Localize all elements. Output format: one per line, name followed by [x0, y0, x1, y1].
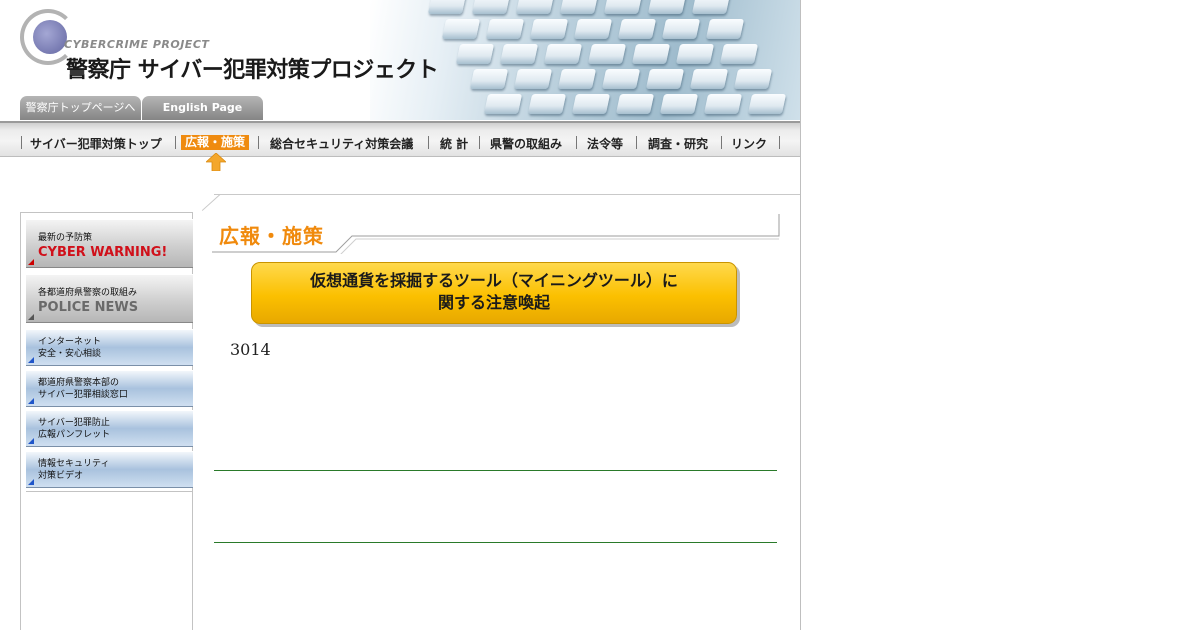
keyboard-key-decoration	[455, 44, 495, 64]
sidebar-item-consult-window[interactable]: 都道府県警察本部の サイバー犯罪相談窓口	[26, 370, 193, 406]
mining-tool-notice-banner[interactable]: 仮想通貨を採掘するツール（マイニングツール）に 関する注意喚起	[251, 262, 737, 324]
sidebar-item-line1: 都道府県警察本部の	[38, 378, 120, 388]
nav-separator	[636, 136, 637, 149]
sidebar-item-line2: 安全・安心相談	[38, 349, 102, 359]
sidebar-item-police-news[interactable]: 各都道府県警察の取組み POLICE NEWS	[26, 274, 193, 322]
nav-separator	[21, 136, 22, 149]
keyboard-key-decoration	[469, 69, 509, 89]
keyboard-key-decoration	[587, 44, 627, 64]
keyboard-key-decoration	[733, 69, 773, 89]
keyboard-key-decoration	[499, 44, 539, 64]
sidebar-item-caption: 最新の予防策	[38, 233, 93, 243]
keyboard-key-decoration	[557, 69, 597, 89]
sidebar-item-line2: 広報パンフレット	[38, 430, 111, 440]
corner-marker-icon	[28, 357, 34, 363]
keyboard-key-decoration	[527, 94, 567, 114]
keyboard-key-decoration	[603, 0, 643, 14]
keyboard-key-decoration	[615, 94, 655, 114]
keyboard-key-decoration	[513, 69, 553, 89]
keyboard-key-decoration	[747, 94, 787, 114]
keyboard-key-decoration	[647, 0, 687, 14]
keyboard-key-decoration	[719, 44, 759, 64]
sidebar-item-internet-consult[interactable]: インターネット 安全・安心相談	[26, 329, 193, 365]
sidebar-item-line2: サイバー犯罪相談窓口	[38, 390, 128, 400]
keyboard-key-decoration	[543, 44, 583, 64]
nav-separator	[576, 136, 577, 149]
keyboard-key-decoration	[559, 0, 599, 14]
keyboard-key-decoration	[441, 19, 481, 39]
access-counter: 3014	[230, 340, 271, 359]
sidebar-item-line1: 情報セキュリティ	[38, 459, 110, 469]
green-rule	[214, 470, 777, 471]
sidebar-item-caption: 各都道府県警察の取組み	[38, 288, 138, 298]
nav-separator	[779, 136, 780, 149]
nav-item-pr-policy[interactable]: 広報・施策	[181, 135, 250, 150]
keyboard-key-decoration	[485, 19, 525, 39]
keyboard-key-decoration	[675, 44, 715, 64]
english-page-tab[interactable]: English Page	[142, 96, 263, 120]
sidebar-divider	[26, 491, 193, 492]
sidebar-item-heading: POLICE NEWS	[38, 300, 139, 315]
keyboard-key-decoration	[427, 0, 467, 14]
site-header: CYBERCRIME PROJECT 警察庁 サイバー犯罪対策プロジェクト 警察…	[0, 0, 800, 120]
main-nav: サイバー犯罪対策トップ 広報・施策 総合セキュリティ対策会議 統 計 県警の取組…	[0, 121, 800, 157]
corner-marker-icon	[28, 259, 34, 265]
sidebar-item-security-video[interactable]: 情報セキュリティ 対策ビデオ	[26, 451, 193, 487]
sidebar-item-cyber-warning[interactable]: 最新の予防策 CYBER WARNING!	[26, 219, 193, 267]
keyboard-key-decoration	[691, 0, 731, 14]
keyboard-key-decoration	[705, 19, 745, 39]
nav-separator	[479, 136, 480, 149]
keyboard-key-decoration	[659, 94, 699, 114]
nav-item-links[interactable]: リンク	[731, 135, 767, 152]
keyboard-key-decoration	[471, 0, 511, 14]
nav-separator	[721, 136, 722, 149]
green-rule	[214, 542, 777, 543]
keyboard-key-decoration	[689, 69, 729, 89]
nav-item-prefectural-efforts[interactable]: 県警の取組み	[490, 135, 562, 152]
arrow-up-icon	[206, 153, 226, 171]
keyboard-key-decoration	[617, 19, 657, 39]
sidebar-item-pamphlet[interactable]: サイバー犯罪防止 広報パンフレット	[26, 410, 193, 446]
keyboard-key-decoration	[703, 94, 743, 114]
nav-item-laws[interactable]: 法令等	[587, 135, 623, 152]
nav-separator	[428, 136, 429, 149]
corner-marker-icon	[28, 314, 34, 320]
nav-item-statistics[interactable]: 統 計	[440, 135, 468, 152]
logo-english-text: CYBERCRIME PROJECT	[64, 38, 210, 51]
keyboard-key-decoration	[645, 69, 685, 89]
nav-item-research[interactable]: 調査・研究	[648, 135, 708, 152]
npa-top-tab[interactable]: 警察庁トップページへ	[20, 96, 141, 120]
corner-marker-icon	[28, 438, 34, 444]
sidebar-item-line2: 対策ビデオ	[38, 471, 84, 481]
nav-separator	[175, 136, 176, 149]
site-title[interactable]: 警察庁 サイバー犯罪対策プロジェクト	[66, 52, 439, 84]
sidebar-item-heading: CYBER WARNING!	[38, 245, 168, 260]
keyboard-key-decoration	[515, 0, 555, 14]
keyboard-key-decoration	[661, 19, 701, 39]
corner-marker-icon	[28, 479, 34, 485]
logo-globe-icon	[33, 20, 67, 54]
nav-item-cybercrime-top[interactable]: サイバー犯罪対策トップ	[30, 135, 162, 152]
keyboard-key-decoration	[601, 69, 641, 89]
corner-marker-icon	[28, 398, 34, 404]
keyboard-key-decoration	[571, 94, 611, 114]
keyboard-key-decoration	[631, 44, 671, 64]
keyboard-key-decoration	[573, 19, 613, 39]
keyboard-key-decoration	[483, 94, 523, 114]
content-top-rule	[214, 194, 800, 195]
notice-line-2: 関する注意喚起	[437, 293, 550, 312]
nav-separator	[258, 136, 259, 149]
section-title: 広報・施策	[219, 224, 324, 248]
nav-item-security-council[interactable]: 総合セキュリティ対策会議	[270, 135, 413, 152]
sidebar: 最新の予防策 CYBER WARNING! 各都道府県警察の取組み POLICE…	[20, 212, 193, 630]
keyboard-key-decoration	[529, 19, 569, 39]
sidebar-item-line1: サイバー犯罪防止	[38, 418, 110, 428]
notice-line-1: 仮想通貨を採掘するツール（マイニングツール）に	[310, 271, 678, 290]
sidebar-item-line1: インターネット	[38, 337, 102, 347]
